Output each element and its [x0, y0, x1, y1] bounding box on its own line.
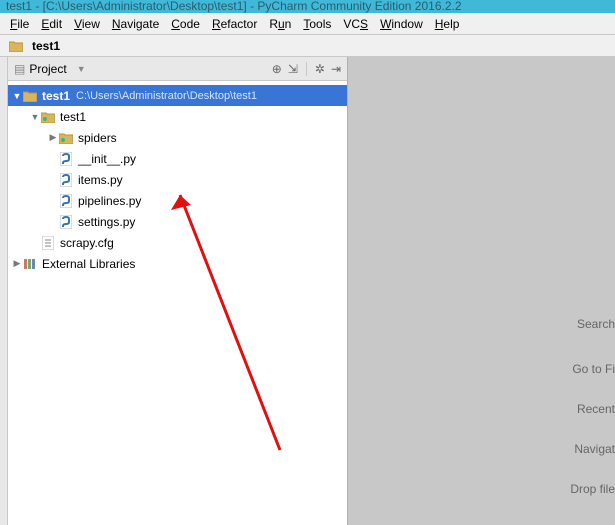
tree-row-pipelines[interactable]: ▶ pipelines.py [8, 190, 347, 211]
separator [306, 62, 307, 76]
python-file-icon [58, 215, 74, 229]
tree-path: C:\Users\Administrator\Desktop\test1 [76, 90, 257, 102]
tree-row-scrapycfg[interactable]: ▶ scrapy.cfg [8, 232, 347, 253]
menu-vcs[interactable]: VCS [337, 17, 374, 31]
package-folder-icon [58, 132, 74, 144]
menu-navigate[interactable]: Navigate [106, 17, 165, 31]
menu-refactor[interactable]: Refactor [206, 17, 263, 31]
folder-icon [22, 90, 38, 102]
menu-code[interactable]: Code [165, 17, 206, 31]
text-file-icon [40, 236, 56, 250]
hint-drop: Drop file [570, 482, 615, 496]
tree-label: scrapy.cfg [60, 236, 114, 250]
folder-icon [8, 40, 24, 52]
main-menu: File Edit View Navigate Code Refactor Ru… [0, 13, 615, 35]
window-title: test1 - [C:\Users\Administrator\Desktop\… [6, 0, 462, 13]
editor-area[interactable]: Search Go to Fi Recent Navigat Drop file [348, 57, 615, 525]
menu-edit[interactable]: Edit [35, 17, 68, 31]
python-file-icon [58, 194, 74, 208]
tree-row-spiders[interactable]: ▶ spiders [8, 127, 347, 148]
tree-row-settings[interactable]: ▶ settings.py [8, 211, 347, 232]
tree-label: External Libraries [42, 257, 135, 271]
tree-label: pipelines.py [78, 194, 141, 208]
breadcrumb-item[interactable]: test1 [32, 39, 60, 53]
settings-gear-icon[interactable]: ✲ [315, 62, 325, 76]
hint-goto: Go to Fi [572, 362, 615, 376]
expand-arrow-icon[interactable]: ▼ [30, 112, 40, 122]
menu-run[interactable]: Run [263, 17, 297, 31]
tree-row-external-libraries[interactable]: ▶ External Libraries [8, 253, 347, 274]
project-view-icon: ▤ [14, 62, 25, 76]
project-view-label[interactable]: Project [29, 62, 66, 76]
tree-row-init[interactable]: ▶ __init__.py [8, 148, 347, 169]
expand-arrow-icon[interactable]: ▶ [48, 132, 58, 143]
python-file-icon [58, 152, 74, 166]
tree-label: settings.py [78, 215, 135, 229]
collapse-all-icon[interactable]: ⇲ [288, 62, 298, 76]
library-icon [22, 257, 38, 271]
toolwindow-stripe[interactable] [0, 57, 8, 525]
hint-search: Search [577, 317, 615, 331]
tree-row-package[interactable]: ▼ test1 [8, 106, 347, 127]
project-tree[interactable]: ▼ test1 C:\Users\Administrator\Desktop\t… [8, 81, 347, 278]
tree-label: items.py [78, 173, 123, 187]
navigation-bar[interactable]: test1 [0, 35, 615, 57]
hide-icon[interactable]: ⇥ [331, 62, 341, 76]
menu-file[interactable]: File [4, 17, 35, 31]
scroll-to-source-icon[interactable]: ⊕ [272, 62, 282, 76]
tree-label: __init__.py [78, 152, 136, 166]
tree-label: spiders [78, 131, 117, 145]
tree-label: test1 [42, 89, 70, 103]
dropdown-icon[interactable]: ▼ [77, 64, 86, 74]
window-titlebar: test1 - [C:\Users\Administrator\Desktop\… [0, 0, 615, 13]
hint-navigation: Navigat [574, 442, 615, 456]
tree-row-items[interactable]: ▶ items.py [8, 169, 347, 190]
tree-row-project-root[interactable]: ▼ test1 C:\Users\Administrator\Desktop\t… [8, 85, 347, 106]
expand-arrow-icon[interactable]: ▶ [12, 258, 22, 269]
package-folder-icon [40, 111, 56, 123]
expand-arrow-icon[interactable]: ▼ [12, 91, 22, 101]
menu-window[interactable]: Window [374, 17, 429, 31]
python-file-icon [58, 173, 74, 187]
menu-view[interactable]: View [68, 17, 106, 31]
hint-recent: Recent [577, 402, 615, 416]
project-header: ▤ Project ▼ ⊕ ⇲ ✲ ⇥ [8, 57, 347, 81]
menu-tools[interactable]: Tools [297, 17, 337, 31]
menu-help[interactable]: Help [429, 17, 466, 31]
project-tool-window: ▤ Project ▼ ⊕ ⇲ ✲ ⇥ ▼ test1 C:\Users\Adm… [8, 57, 348, 525]
tree-label: test1 [60, 110, 86, 124]
